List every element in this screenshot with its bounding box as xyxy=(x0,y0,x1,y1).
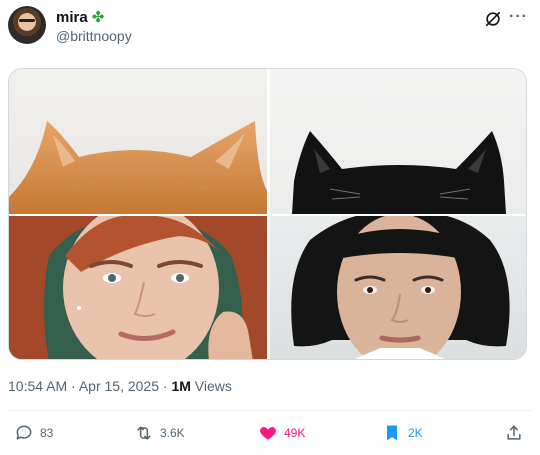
repost-icon xyxy=(137,426,151,440)
black-cat-ears-image xyxy=(292,131,506,214)
grok-icon[interactable] xyxy=(484,10,502,28)
reply-icon xyxy=(16,425,32,440)
repost-count: 3.6K xyxy=(160,426,185,440)
image-black-cat[interactable] xyxy=(270,69,526,214)
views-label: Views xyxy=(190,378,232,394)
reply-count: 83 xyxy=(40,426,54,440)
black-haired-woman-image xyxy=(291,216,510,359)
post-meta: 10:54 AM · Apr 15, 2025 · 1M Views xyxy=(8,378,232,394)
action-bar: 83 3.6K 49K 2K xyxy=(8,420,532,446)
reply-button[interactable]: 83 xyxy=(14,420,53,446)
clover-icon: ✤ xyxy=(91,9,105,26)
post-timestamp[interactable]: 10:54 AM · Apr 15, 2025 xyxy=(8,378,159,394)
like-count: 49K xyxy=(284,426,306,440)
media-grid[interactable] xyxy=(8,68,527,360)
bookmark-button[interactable]: 2K xyxy=(382,420,423,446)
more-icon[interactable]: ··· xyxy=(509,8,528,26)
post-header: mira ✤ @brittnoopy ··· xyxy=(8,6,532,46)
display-name[interactable]: mira xyxy=(56,9,88,26)
views-count: 1M xyxy=(171,378,191,394)
avatar[interactable] xyxy=(8,6,46,44)
share-icon xyxy=(507,425,521,440)
red-haired-woman-image xyxy=(9,216,267,359)
meta-separator: · xyxy=(159,378,172,394)
repost-button[interactable]: 3.6K xyxy=(134,420,185,446)
orange-cat-ears-image xyxy=(9,121,267,214)
bookmark-icon xyxy=(387,425,397,441)
image-red-haired-woman[interactable] xyxy=(9,216,267,359)
image-orange-cat[interactable] xyxy=(9,69,267,214)
like-button[interactable]: 49K xyxy=(258,420,305,446)
name-row: mira ✤ xyxy=(56,9,104,26)
heart-icon xyxy=(260,427,276,440)
image-black-haired-woman[interactable] xyxy=(270,216,526,359)
user-handle[interactable]: @brittnoopy xyxy=(56,28,132,44)
divider xyxy=(8,410,532,411)
bookmark-count: 2K xyxy=(408,426,423,440)
share-button[interactable] xyxy=(504,420,524,446)
